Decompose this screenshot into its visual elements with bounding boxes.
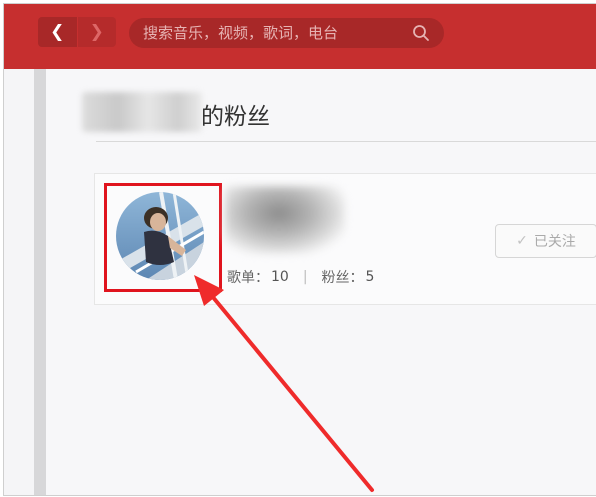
page-title: 的粉丝 [201,104,270,130]
followed-button[interactable]: ✓ 已关注 [495,224,596,258]
fan-list-item[interactable]: 歌单： 10 | 粉丝： 5 ✓ 已关注 [94,173,596,305]
fans-label: 粉丝： [321,270,364,286]
back-button[interactable]: ❮ [38,17,77,47]
sidebar-edge [34,69,46,495]
chevron-left-icon: ❮ [50,22,65,42]
nav-buttons: ❮ ❯ [38,17,116,47]
app-window: ❮ ❯ 的粉丝 [3,3,596,496]
blurred-username [82,92,202,132]
title-divider [96,141,596,142]
followed-label: 已关注 [533,234,576,250]
search-icon[interactable] [412,24,430,42]
playlists-label: 歌单： [227,270,269,286]
user-stats: 歌单： 10 | 粉丝： 5 [227,267,374,287]
forward-button[interactable]: ❯ [77,17,116,47]
chevron-right-icon: ❯ [89,22,104,42]
stats-separator: | [302,269,308,285]
avatar-highlight-box [104,183,222,292]
top-bar: ❮ ❯ [4,4,596,69]
main-content: 的粉丝 歌单： 10 | 粉丝： 5 ✓ 已关注 [46,69,596,495]
search-box[interactable] [129,18,444,48]
playlists-count: 10 [271,269,289,285]
search-input[interactable] [129,23,405,43]
blurred-nickname [225,186,345,254]
fans-count: 5 [365,269,375,285]
check-icon: ✓ [516,233,528,249]
